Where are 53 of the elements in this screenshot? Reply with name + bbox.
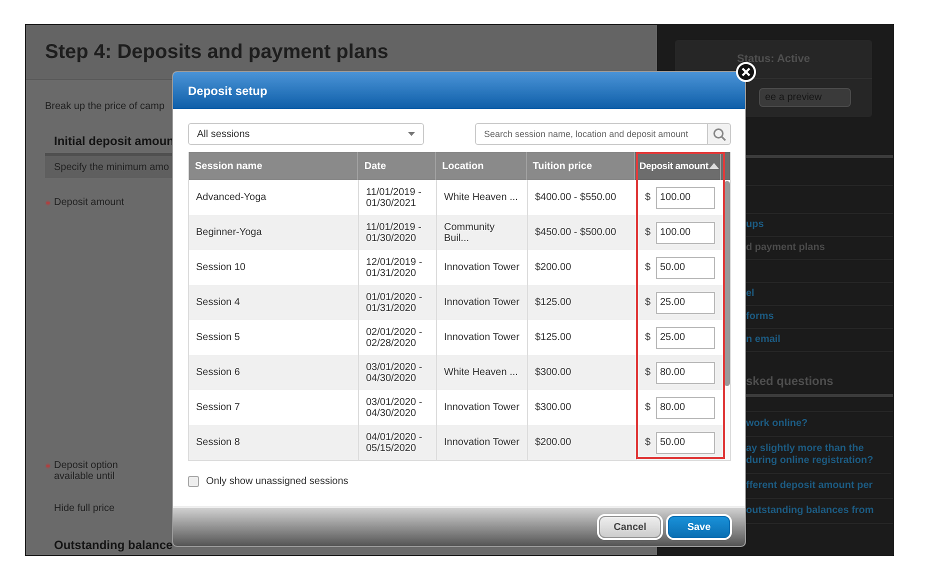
search-icon — [712, 128, 726, 140]
close-icon[interactable] — [736, 62, 756, 82]
search-button[interactable] — [708, 123, 731, 145]
table-cell: Innovation Tower — [437, 285, 528, 320]
checkbox[interactable] — [188, 476, 199, 487]
table-cell: 01/01/2020 - 01/31/2020 — [359, 285, 437, 320]
table-cell: Community Buil... — [437, 215, 528, 250]
field-label: Deposit option available until — [54, 460, 119, 482]
column-header[interactable]: Date — [358, 152, 436, 180]
section-heading: Outstanding balance — [53, 538, 174, 552]
currency-symbol: $ — [645, 227, 652, 238]
dialog-header: Deposit setup — [173, 72, 745, 109]
search-field[interactable]: Search session name, location and deposit amount — [475, 123, 708, 145]
column-header[interactable]: Deposit amount — [635, 152, 722, 180]
deposit-field[interactable]: 80.00 — [656, 362, 715, 384]
intro-text: Break up the price of camp — [45, 101, 166, 112]
deposit-field[interactable]: 100.00 — [656, 222, 715, 244]
deposit-field[interactable]: 50.00 — [656, 256, 715, 278]
checkbox-label: Only show unassigned sessions — [206, 476, 348, 487]
page-title: Step 4: Deposits and payment plans — [45, 40, 388, 64]
currency-symbol: $ — [645, 192, 652, 203]
field-label: Deposit amount — [54, 197, 124, 209]
deposit-field[interactable]: 50.00 — [656, 432, 715, 454]
currency-symbol: $ — [645, 367, 652, 378]
currency-symbol: $ — [645, 297, 652, 308]
currency-symbol: $ — [645, 332, 652, 343]
caret-icon — [408, 132, 415, 136]
deposit-field[interactable]: 25.00 — [656, 326, 715, 348]
column-header[interactable]: Session name — [189, 152, 358, 180]
table-cell: Innovation Tower — [437, 425, 528, 460]
table-cell: $450.00 - $500.00 — [528, 215, 637, 250]
table-cell: 03/01/2020 - 04/30/2020 — [359, 355, 437, 390]
table-cell: $300.00 — [528, 355, 637, 390]
currency-symbol: $ — [645, 402, 652, 413]
column-header[interactable]: Location — [436, 152, 527, 180]
table-cell: White Heaven ... — [437, 355, 528, 390]
table-cell: 11/01/2019 - 01/30/2020 — [359, 215, 437, 250]
table-cell: Session 6 — [189, 355, 359, 390]
table-cell: Session 8 — [189, 425, 359, 460]
cancel-button[interactable]: Cancel — [599, 516, 661, 538]
currency-symbol: $ — [645, 262, 652, 273]
deposit-field[interactable]: 100.00 — [656, 186, 715, 208]
save-button[interactable]: Save — [668, 516, 730, 538]
field-label: Hide full price — [54, 503, 115, 514]
deposit-field[interactable]: 25.00 — [656, 292, 715, 314]
table-cell: 04/01/2020 - 05/15/2020 — [359, 425, 437, 460]
table-cell: Session 4 — [189, 285, 359, 320]
currency-symbol: $ — [645, 437, 652, 448]
table-cell: $200.00 — [528, 425, 637, 460]
sessions-dropdown[interactable]: All sessions — [188, 123, 424, 145]
table-cell: Beginner-Yoga — [189, 215, 359, 250]
table-cell: $125.00 — [528, 285, 637, 320]
deposit-field[interactable]: 80.00 — [656, 396, 715, 418]
